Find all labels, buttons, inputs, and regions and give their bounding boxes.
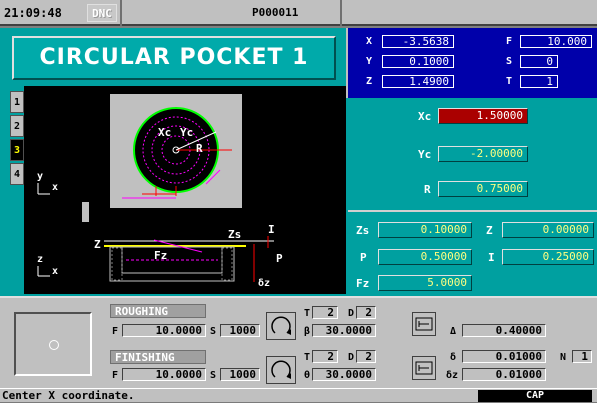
cycle-thumbnail[interactable] <box>14 312 92 376</box>
roughing-d-label: D <box>348 308 355 319</box>
z-value: 1.4900 <box>382 75 454 88</box>
i-param-label: I <box>488 251 495 264</box>
tab-2[interactable]: 2 <box>10 115 24 137</box>
y-axis-label: y <box>37 171 43 182</box>
yc-param-label: Yc <box>418 148 432 161</box>
zs-label: Zs <box>228 228 241 241</box>
main-panel: CIRCULAR POCKET 1 Xc Yc R y x Zs I Z Fz … <box>0 28 597 296</box>
z-label: Z <box>366 76 373 87</box>
r-param-label: R <box>424 183 431 196</box>
pocket-diagram: Xc Yc R y x Zs I Z Fz P δz z x <box>37 94 283 289</box>
tab-1[interactable]: 1 <box>10 91 24 113</box>
roughing-beta-input[interactable]: 30.0000 <box>312 324 376 337</box>
f-value: 10.000 <box>520 35 592 48</box>
roughing-s-label: S <box>210 326 217 337</box>
s-label: S <box>506 56 513 67</box>
cycle-title: CIRCULAR POCKET 1 <box>12 36 336 80</box>
x2-axis-label: x <box>52 266 58 277</box>
z-param-label: Z <box>486 224 493 237</box>
yc-label: Yc <box>180 126 193 139</box>
program-number: P000011 <box>252 6 299 19</box>
tool-path-icon[interactable] <box>412 356 436 380</box>
rotation-cw-icon[interactable] <box>266 356 296 384</box>
xc-input[interactable]: 1.50000 <box>438 108 528 124</box>
clock: 21:09:48 <box>4 6 62 20</box>
t-value: 1 <box>520 75 558 88</box>
status-bar: Center X coordinate. CAP <box>0 388 597 402</box>
dnc-indicator[interactable]: DNC <box>87 4 117 22</box>
cap-indicator: CAP <box>478 390 592 402</box>
y-label: Y <box>366 56 373 67</box>
roughing-f-input[interactable]: 10.0000 <box>122 324 206 337</box>
tool-path-icon[interactable] <box>412 312 436 336</box>
roughing-d-input[interactable]: 2 <box>356 306 376 319</box>
roughing-t-label: T <box>304 308 311 319</box>
finishing-theta-input[interactable]: 30.0000 <box>312 368 376 381</box>
zs-input[interactable]: 0.10000 <box>378 222 472 238</box>
i-label: I <box>268 223 275 236</box>
finishing-t-label: T <box>304 352 311 363</box>
x-axis-label: x <box>52 182 58 193</box>
fz-input[interactable]: 5.0000 <box>378 275 472 291</box>
fz-label: Fz <box>154 249 167 262</box>
s-value: 0 <box>520 55 558 68</box>
p-input[interactable]: 0.50000 <box>378 249 472 265</box>
p-label: P <box>276 252 283 265</box>
finishing-f-label: F <box>112 370 119 381</box>
roughing-header[interactable]: ROUGHING <box>110 304 206 318</box>
roughing-beta-label: β <box>304 326 311 337</box>
t-label: T <box>506 76 513 87</box>
finishing-header[interactable]: FINISHING <box>110 350 206 364</box>
status-message: Center X coordinate. <box>2 389 135 402</box>
z-axis-label: z <box>37 254 43 265</box>
divider <box>348 210 597 212</box>
top-bar: 21:09:48 DNC P000011 <box>0 0 597 26</box>
roughing-delta-input[interactable]: 0.40000 <box>462 324 546 337</box>
xc-label: Xc <box>158 126 171 139</box>
finishing-n-label: N <box>560 352 567 363</box>
divider <box>120 0 122 26</box>
finishing-d-input[interactable]: 2 <box>356 350 376 363</box>
finishing-s-label: S <box>210 370 217 381</box>
finishing-delta-input[interactable]: 0.01000 <box>462 350 546 363</box>
finishing-delta-label: δ <box>450 352 457 363</box>
y-value: 0.1000 <box>382 55 454 68</box>
r-input[interactable]: 0.75000 <box>438 181 528 197</box>
x-label: X <box>366 36 373 47</box>
finishing-n-input[interactable]: 1 <box>572 350 592 363</box>
coordinate-display: X -3.5638 Y 0.1000 Z 1.4900 F 10.000 S 0… <box>346 28 597 98</box>
tab-3[interactable]: 3 <box>10 139 24 161</box>
roughing-f-label: F <box>112 326 119 337</box>
i-input[interactable]: 0.25000 <box>502 249 594 265</box>
roughing-t-input[interactable]: 2 <box>312 306 338 319</box>
xc-param-label: Xc <box>418 110 432 123</box>
zs-param-label: Zs <box>356 224 370 237</box>
cnc-screen: 21:09:48 DNC P000011 CIRCULAR POCKET 1 X… <box>0 0 597 402</box>
cycle-drawing: Xc Yc R y x Zs I Z Fz P δz z x <box>24 86 346 294</box>
finishing-dz-input[interactable]: 0.01000 <box>462 368 546 381</box>
r-label: R <box>196 142 203 155</box>
fz-param-label: Fz <box>356 277 370 290</box>
machining-panel: ROUGHING F 10.0000 S 1000 T 2 D 2 β 30.0… <box>0 296 597 388</box>
tab-4[interactable]: 4 <box>10 163 24 185</box>
dz-label: δz <box>258 278 270 289</box>
finishing-s-input[interactable]: 1000 <box>220 368 260 381</box>
roughing-delta-label: Δ <box>450 326 457 337</box>
finishing-f-input[interactable]: 10.0000 <box>122 368 206 381</box>
z-label: Z <box>94 238 101 251</box>
finishing-dz-label: δz <box>446 370 459 381</box>
f-label: F <box>506 36 513 47</box>
finishing-t-input[interactable]: 2 <box>312 350 338 363</box>
roughing-s-input[interactable]: 1000 <box>220 324 260 337</box>
p-param-label: P <box>360 251 367 264</box>
x-value: -3.5638 <box>382 35 454 48</box>
rotation-cw-icon[interactable] <box>266 312 296 340</box>
finishing-d-label: D <box>348 352 355 363</box>
circle-icon <box>49 340 59 350</box>
yc-input[interactable]: -2.00000 <box>438 146 528 162</box>
z-input[interactable]: 0.00000 <box>502 222 594 238</box>
finishing-theta-label: θ <box>304 370 311 381</box>
divider <box>340 0 342 26</box>
